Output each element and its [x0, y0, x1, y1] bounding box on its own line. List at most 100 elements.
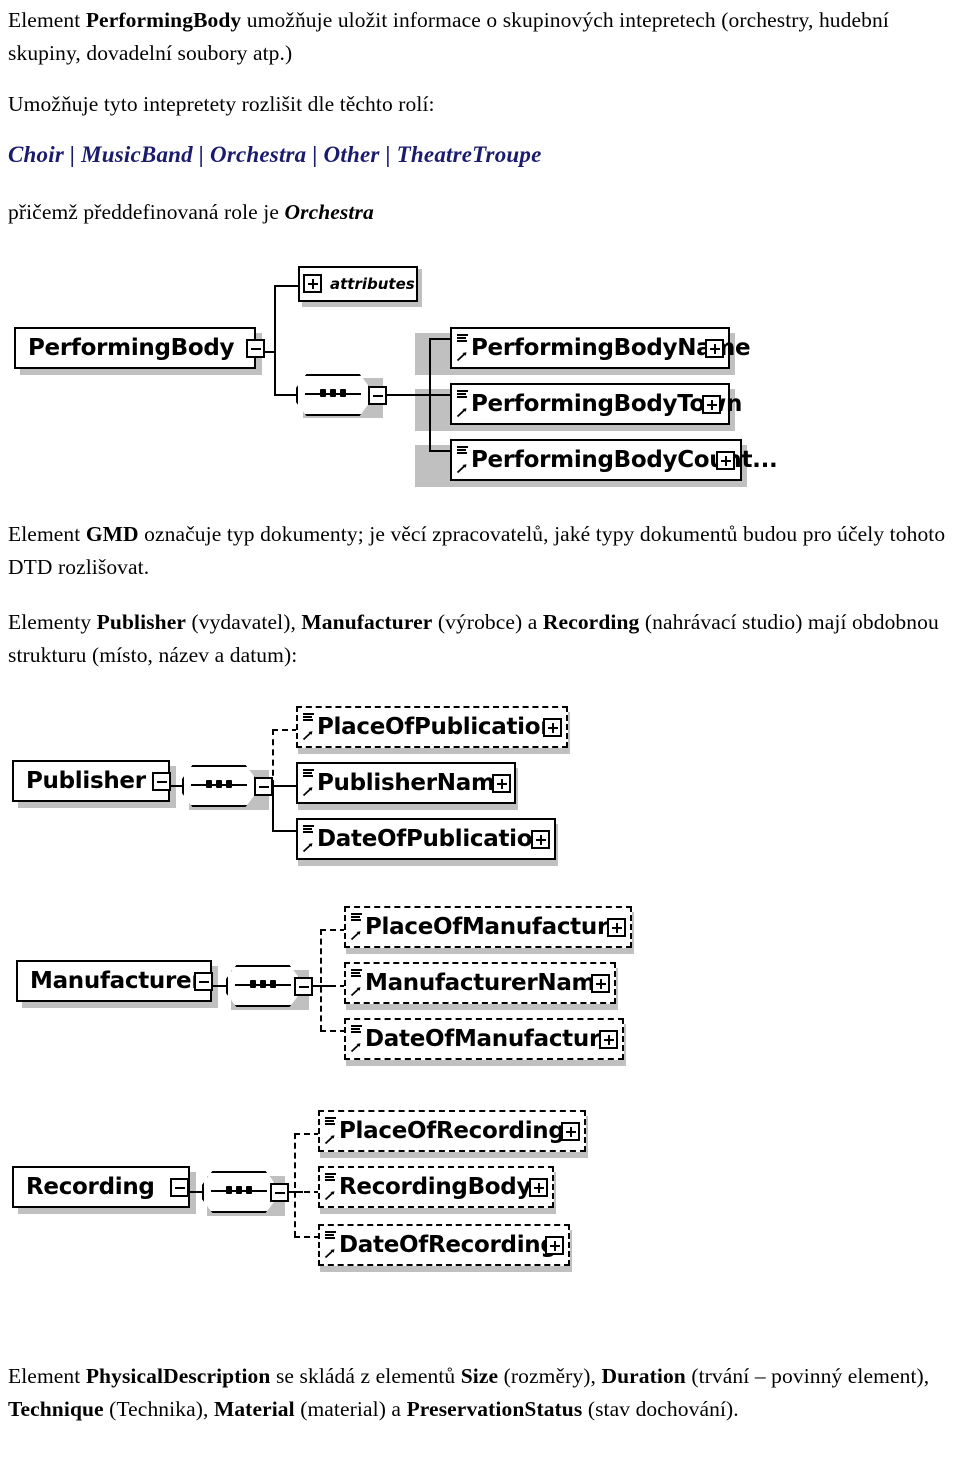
node-performingbodyname[interactable]: PerformingBodyName	[450, 327, 751, 369]
connector-children-vertical-dashed	[320, 929, 322, 1031]
p6-bold-material: Material	[213, 1397, 295, 1421]
toggle-collapse-sequence[interactable]	[254, 777, 273, 796]
node-dateofpublication[interactable]: DateOfPublication	[296, 818, 556, 860]
toggle-collapse-publisher[interactable]	[152, 772, 171, 791]
connector-to-recordingbody	[294, 1191, 320, 1193]
node-publishername[interactable]: PublisherName	[296, 762, 516, 804]
recording-diagram: Recording PlaceOfRecording RecordingBody	[0, 1090, 620, 1280]
toggle-collapse-recording[interactable]	[170, 1178, 189, 1197]
p4-suffix: označuje typ dokumenty; je věcí zpracova…	[8, 522, 946, 579]
paragraph-default-role: přičemž předdefinovaná role je Orchestra	[8, 196, 952, 229]
arrow-icon	[324, 1249, 335, 1259]
node-placeofmanufacture[interactable]: PlaceOfManufacture	[344, 906, 632, 948]
toggle-collapse-sequence[interactable]	[270, 1183, 289, 1202]
node-label: Manufacturer	[30, 967, 203, 994]
sequence-compositor[interactable]	[296, 374, 370, 416]
paragraph-performingbody-intro: Element PerformingBody umožňuje uložit i…	[8, 4, 952, 70]
connector-to-child-3	[429, 450, 451, 452]
connector-to-placeofmanufacture	[320, 929, 346, 931]
node-label: Publisher	[26, 767, 146, 794]
arrow-icon	[350, 931, 361, 941]
p5-bold-manufacturer: Manufacturer	[301, 610, 433, 634]
toggle-expand-dateofrecording[interactable]	[545, 1236, 564, 1255]
node-placeofpublication[interactable]: PlaceOfPublication	[296, 706, 568, 748]
toggle-collapse-performingbody[interactable]	[246, 339, 265, 358]
arrow-icon	[350, 987, 361, 997]
toggle-expand-attributes[interactable]	[303, 274, 322, 293]
connector-to-attributes	[274, 285, 298, 287]
node-label: PlaceOfRecording	[339, 1117, 565, 1144]
p3-prefix: přičemž předdefinovaná role je	[8, 200, 285, 224]
connector-to-dateofpublication	[272, 830, 298, 832]
arrow-icon	[456, 352, 467, 362]
p6-bold-size: Size	[460, 1364, 499, 1388]
element-icon	[455, 445, 470, 475]
toggle-expand-manufacturername[interactable]	[591, 974, 610, 993]
toggle-expand-placeofrecording[interactable]	[561, 1122, 580, 1141]
sequence-compositor[interactable]	[226, 965, 300, 1007]
node-performingbodytown[interactable]: PerformingBodyTown	[450, 383, 742, 425]
p6-bold-physicaldescription: PhysicalDescription	[85, 1364, 271, 1388]
p6-seg3: (rozměry),	[498, 1364, 602, 1388]
sequence-dots	[296, 389, 370, 397]
paragraph-roles-intro: Umožňuje tyto intepretety rozlišit dle t…	[8, 88, 952, 121]
node-manufacturer[interactable]: Manufacturer	[16, 960, 212, 1002]
sequence-compositor[interactable]	[182, 765, 256, 807]
node-manufacturername[interactable]: ManufacturerName	[344, 962, 616, 1004]
connector-to-manufacturername	[320, 985, 346, 987]
node-performingbodycount[interactable]: PerformingBodyCount...	[450, 439, 778, 481]
node-recording[interactable]: Recording	[12, 1166, 190, 1208]
p1-prefix: Element	[8, 8, 86, 32]
performingbody-diagram: PerformingBody attributes PerformingBody…	[0, 255, 778, 487]
toggle-expand-performingbodytown[interactable]	[702, 395, 721, 414]
arrow-icon	[324, 1191, 335, 1201]
node-performingbody[interactable]: PerformingBody	[14, 327, 256, 369]
element-icon	[301, 768, 316, 798]
toggle-expand-dateofpublication[interactable]	[531, 830, 550, 849]
node-dateofmanufacture[interactable]: DateOfManufacture	[344, 1018, 624, 1060]
connector-branch-vertical	[274, 285, 276, 395]
element-icon	[323, 1116, 338, 1146]
element-icon	[301, 712, 316, 742]
p1-bold-element-name: PerformingBody	[85, 8, 242, 32]
element-icon	[323, 1172, 338, 1202]
arrow-icon	[350, 1043, 361, 1053]
connector-to-child-2	[429, 394, 451, 396]
arrow-icon	[302, 731, 313, 741]
toggle-expand-publishername[interactable]	[492, 774, 511, 793]
sequence-dots	[226, 980, 300, 988]
toggle-expand-performingbodyname[interactable]	[705, 339, 724, 358]
toggle-expand-dateofmanufacture[interactable]	[599, 1030, 618, 1049]
paragraph-publisher-manufacturer-recording: Elementy Publisher (vydavatel), Manufact…	[8, 606, 952, 672]
element-icon	[323, 1230, 338, 1260]
paragraph-gmd: Element GMD označuje typ dokumenty; je v…	[8, 518, 952, 584]
arrow-icon	[302, 787, 313, 797]
paragraph-physicaldescription: Element PhysicalDescription se skládá z …	[8, 1360, 952, 1426]
node-dateofrecording[interactable]: DateOfRecording	[318, 1224, 570, 1266]
connector-to-child-1	[429, 338, 451, 340]
node-publisher[interactable]: Publisher	[12, 760, 170, 802]
sequence-compositor[interactable]	[202, 1171, 276, 1213]
toggle-collapse-sequence[interactable]	[294, 977, 313, 996]
node-label: DateOfManufacture	[365, 1025, 616, 1052]
arrow-icon	[324, 1135, 335, 1145]
node-label: PerformingBody	[28, 334, 235, 361]
node-placeofrecording[interactable]: PlaceOfRecording	[318, 1110, 586, 1152]
connector-to-dateofrecording	[294, 1236, 320, 1238]
p6-bold-technique: Technique	[8, 1397, 104, 1421]
node-label: ManufacturerName	[365, 969, 611, 996]
toggle-collapse-sequence[interactable]	[368, 386, 387, 405]
node-label: PlaceOfManufacture	[365, 913, 624, 940]
p3-default-role: Orchestra	[284, 200, 374, 224]
p6-seg4: (trvání – povinný element),	[685, 1364, 930, 1388]
toggle-expand-placeofmanufacture[interactable]	[607, 918, 626, 937]
toggle-expand-recordingbody[interactable]	[529, 1178, 548, 1197]
node-label: PlaceOfPublication	[317, 713, 557, 740]
toggle-collapse-manufacturer[interactable]	[194, 972, 213, 991]
toggle-expand-placeofpublication[interactable]	[543, 718, 562, 737]
connector-to-placeofpublication	[272, 729, 298, 731]
node-label: Recording	[26, 1173, 155, 1200]
p4-prefix: Element	[8, 522, 86, 546]
toggle-expand-performingbodycount[interactable]	[716, 451, 735, 470]
node-recordingbody[interactable]: RecordingBody	[318, 1166, 554, 1208]
